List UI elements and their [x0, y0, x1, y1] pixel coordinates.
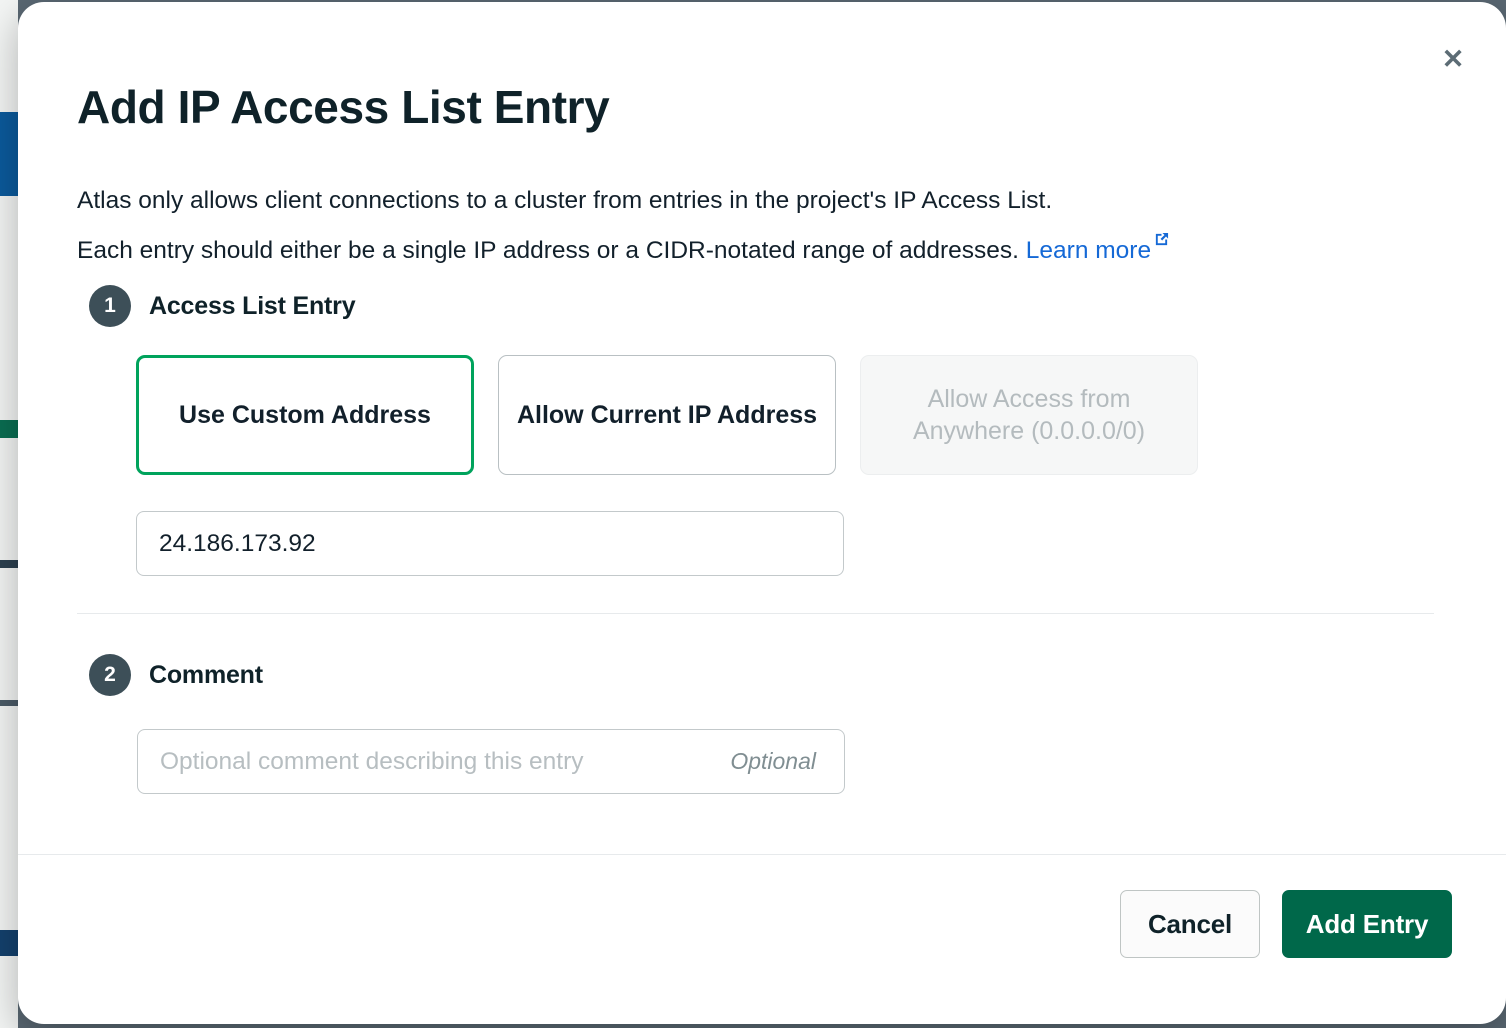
allow-current-ip-address-button[interactable]: Allow Current IP Address: [498, 355, 836, 475]
add-ip-access-list-entry-modal: ✕ Add IP Access List Entry Atlas only al…: [18, 2, 1506, 1024]
step-1-badge: 1: [89, 285, 131, 327]
add-entry-button[interactable]: Add Entry: [1282, 890, 1452, 958]
use-custom-address-button[interactable]: Use Custom Address: [136, 355, 474, 475]
step-2-header: 2 Comment: [89, 654, 263, 696]
footer-divider: [18, 854, 1506, 855]
step-2-label: Comment: [149, 660, 263, 689]
cancel-button[interactable]: Cancel: [1120, 890, 1260, 958]
background-accent-strip-1: [0, 420, 18, 438]
background-accent-strip-4: [0, 930, 18, 956]
section-divider: [77, 613, 1434, 614]
ip-address-input[interactable]: 24.186.173.92: [136, 511, 844, 576]
description-line-1: Atlas only allows client connections to …: [77, 187, 1053, 214]
background-blue-banner: [0, 112, 18, 196]
background-accent-strip-3: [0, 700, 18, 706]
modal-description: Atlas only allows client connections to …: [77, 180, 1397, 271]
modal-footer: Cancel Add Entry: [1120, 890, 1452, 958]
description-line-2: Each entry should either be a single IP …: [77, 221, 1397, 271]
learn-more-link[interactable]: Learn more: [1026, 237, 1151, 264]
access-list-entry-option-group: Use Custom Address Allow Current IP Addr…: [136, 355, 1198, 475]
comment-optional-tag: Optional: [730, 748, 816, 774]
step-1-label: Access List Entry: [149, 291, 356, 320]
step-1-header: 1 Access List Entry: [89, 285, 356, 327]
step-2-badge: 2: [89, 654, 131, 696]
modal-body: Add IP Access List Entry Atlas only allo…: [18, 2, 1506, 1024]
background-accent-strip-2: [0, 560, 18, 568]
allow-access-from-anywhere-button: Allow Access from Anywhere (0.0.0.0/0): [860, 355, 1198, 475]
comment-placeholder: Optional comment describing this entry: [160, 747, 584, 775]
comment-input[interactable]: Optional comment describing this entry O…: [137, 729, 845, 794]
external-link-icon: [1154, 219, 1169, 246]
description-line-2-text: Each entry should either be a single IP …: [77, 237, 1026, 265]
ip-address-value: 24.186.173.92: [159, 529, 316, 557]
page-title: Add IP Access List Entry: [77, 81, 610, 133]
